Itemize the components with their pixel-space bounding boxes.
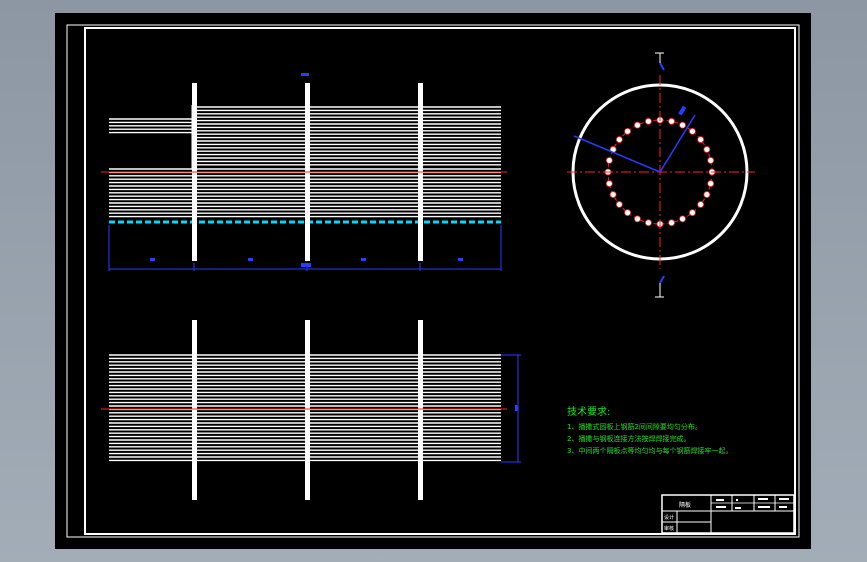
bar-hole (645, 117, 652, 125)
bar-hole (605, 180, 613, 187)
drawing-canvas: 隔板 设计 审核 (66, 24, 800, 538)
dimension-text-mark (515, 405, 518, 411)
bar-hole (634, 121, 641, 129)
bar-hole (624, 127, 631, 135)
bar-hole (615, 201, 623, 208)
front-view (101, 73, 507, 271)
bar-hole (707, 157, 715, 164)
dimension-text-mark (301, 263, 311, 267)
dimension-text-mark (248, 258, 253, 261)
inner-border (84, 27, 796, 535)
title-block-cell-mark (716, 499, 724, 501)
bar-hole (703, 191, 711, 198)
title-block-cell-mark (735, 507, 741, 509)
bar-hole (689, 209, 696, 217)
bar-hole (668, 117, 675, 125)
bar-hole (645, 219, 652, 227)
bar-hole (703, 146, 711, 153)
dimension-text-mark (150, 258, 155, 261)
view-label-mark (301, 73, 309, 76)
bar-hole (679, 121, 686, 129)
dimension-text-mark (361, 258, 366, 261)
plate-mid-2 (418, 320, 423, 500)
bar-hole (605, 157, 613, 164)
dimension-text-mark (678, 105, 687, 116)
bar-hole (697, 136, 705, 143)
title-block-checker-label: 审核 (664, 525, 674, 532)
technical-notes: 技术要求: 1、播撒式固板上钢筋2间间隙要均匀分布。 2、播撒与钢板连接方法按焊… (567, 406, 767, 457)
plate-left (192, 320, 197, 500)
bar-hole (689, 127, 696, 135)
note-line: 3、中间两个隔板点等均匀均与每个钢筋焊接牢一起。 (567, 447, 733, 455)
title-block-cell-mark (779, 506, 787, 508)
section-arrow-top (659, 62, 665, 71)
front-view-step-bars (109, 118, 192, 134)
plate-mid-1 (305, 320, 310, 500)
side-view (567, 52, 755, 298)
bar-hole (668, 219, 675, 227)
bar-hole (609, 191, 617, 198)
bar-hole (634, 215, 641, 223)
title-block-designer-label: 设计 (664, 514, 674, 521)
title-block-cell-mark (758, 506, 770, 508)
top-view (101, 320, 521, 500)
title-block-cell-mark (779, 498, 789, 500)
bar-hole (679, 215, 686, 223)
section-arrow-bottom (659, 275, 665, 284)
title-block: 隔板 设计 审核 (661, 494, 795, 534)
bar-hole (615, 136, 623, 143)
title-block-cell-mark (716, 506, 726, 508)
notes-title: 技术要求: (567, 407, 611, 418)
title-block-cell-mark (736, 499, 738, 501)
title-block-cell-mark (758, 498, 768, 500)
dimension-text-mark (458, 258, 463, 261)
cad-viewport: 隔板 设计 审核 技术要求: 1、播撒式固板上钢筋2间间隙要均匀分布。 2、播撒… (0, 0, 867, 562)
note-line: 1、播撒式固板上钢筋2间间隙要均匀分布。 (567, 423, 702, 431)
bar-hole (707, 180, 715, 187)
drawing-sheet: 隔板 设计 审核 技术要求: 1、播撒式固板上钢筋2间间隙要均匀分布。 2、播撒… (55, 13, 811, 549)
bar-hole (624, 209, 631, 217)
note-line: 2、播撒与钢板连接方法按焊焊接完成。 (567, 435, 691, 443)
bar-hole (697, 201, 705, 208)
title-block-part-name: 隔板 (679, 501, 691, 509)
